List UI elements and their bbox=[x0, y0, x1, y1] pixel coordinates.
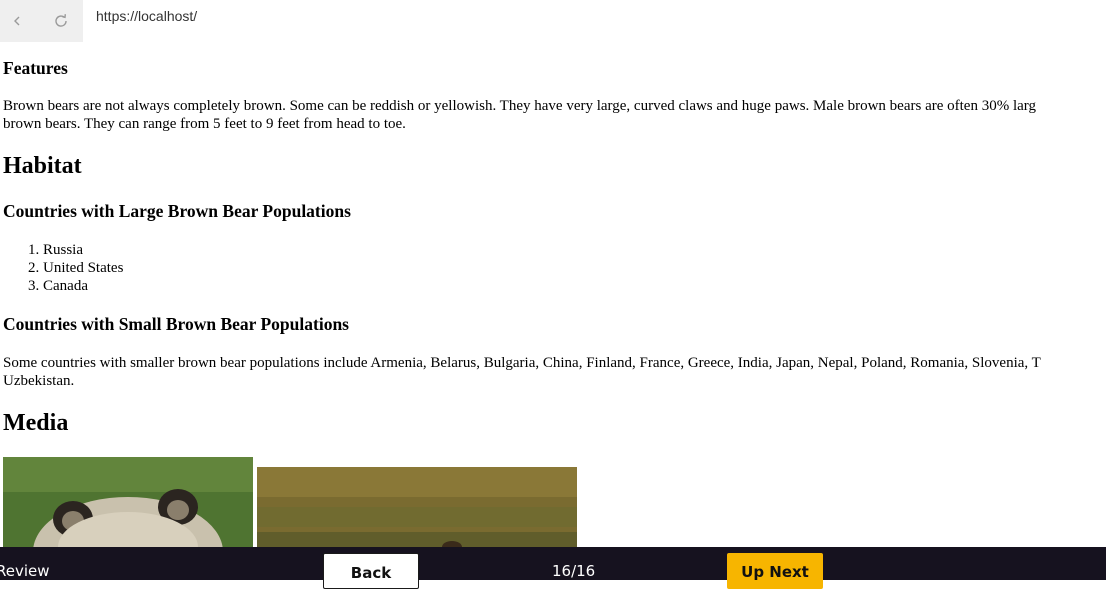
bottom-navigation-bar: Review Back 16/16 Up Next bbox=[0, 547, 1106, 589]
large-populations-list: Russia United States Canada bbox=[3, 241, 123, 295]
browser-bar: https://localhost/ bbox=[0, 0, 1106, 42]
list-item: United States bbox=[43, 259, 123, 277]
reload-button[interactable] bbox=[51, 11, 71, 31]
features-paragraph-line-2: brown bears. They can range from 5 feet … bbox=[3, 116, 406, 132]
reload-icon bbox=[55, 14, 67, 27]
page-counter: 16/16 bbox=[552, 562, 596, 580]
bear-field-photo bbox=[257, 467, 577, 557]
bear-field-image bbox=[257, 467, 577, 557]
media-heading: Media bbox=[3, 410, 69, 436]
features-paragraph-line-1: Brown bears are not always completely br… bbox=[3, 98, 1037, 114]
chevron-left-icon bbox=[14, 16, 20, 26]
bear-face-image bbox=[3, 457, 253, 557]
habitat-heading: Habitat bbox=[3, 153, 82, 179]
back-button[interactable]: Back bbox=[323, 553, 419, 589]
small-populations-heading: Countries with Small Brown Bear Populati… bbox=[3, 314, 349, 334]
browser-nav-group bbox=[0, 0, 83, 42]
address-bar[interactable]: https://localhost/ bbox=[96, 8, 197, 24]
up-next-button[interactable]: Up Next bbox=[727, 553, 823, 589]
features-heading: Features bbox=[3, 58, 68, 78]
small-populations-line-2: Uzbekistan. bbox=[3, 373, 75, 389]
bear-face-photo bbox=[3, 457, 253, 557]
list-item: Canada bbox=[43, 277, 123, 295]
large-populations-heading: Countries with Large Brown Bear Populati… bbox=[3, 201, 351, 221]
back-nav-button[interactable] bbox=[7, 11, 27, 31]
review-link[interactable]: Review bbox=[0, 562, 50, 580]
small-populations-line-1: Some countries with smaller brown bear p… bbox=[3, 355, 1041, 371]
list-item: Russia bbox=[43, 241, 123, 259]
